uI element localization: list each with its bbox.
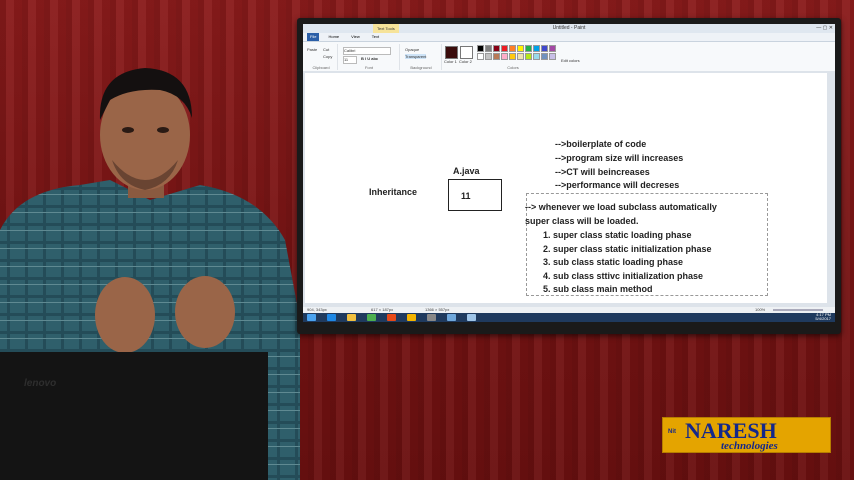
paint-window: Text Tools Untitled - Paint — ▢ ✕ File H… (303, 24, 835, 322)
app-icon[interactable] (467, 314, 476, 321)
windows-taskbar: 4:17 PM 5/4/2017 (303, 313, 835, 322)
paint-taskbar-icon[interactable] (447, 314, 456, 321)
color-palette[interactable] (477, 45, 556, 60)
logo-name: NARESH (685, 418, 777, 443)
clipboard-label: Clipboard (312, 65, 330, 70)
color1-label: Color 1 (444, 59, 457, 64)
title-bar: Text Tools Untitled - Paint — ▢ ✕ (303, 24, 835, 33)
firefox-icon[interactable] (387, 314, 396, 321)
value-box: 11 (448, 179, 502, 211)
box-value: 11 (461, 191, 471, 201)
logo-subtitle: technologies (721, 440, 778, 452)
clipboard-group: Paste Cut Copy Clipboard (305, 44, 338, 70)
phase-item: 2. super class static initialization pha… (543, 244, 712, 254)
clock-date: 5/4/2017 (815, 316, 831, 321)
note-line: -->performance will decreses (555, 180, 680, 190)
window-title: Untitled - Paint (552, 25, 586, 31)
color2-swatch[interactable] (460, 46, 473, 59)
tab-file[interactable]: File (307, 33, 320, 41)
start-icon[interactable] (307, 314, 316, 321)
subclass-line: super class will be loaded. (525, 216, 639, 226)
zoom-slider[interactable] (773, 309, 823, 311)
background-group: Opaque Transparent Background (401, 44, 442, 70)
note-line: -->boilerplate of code (555, 139, 647, 149)
paste-button[interactable]: Paste (307, 47, 317, 52)
opaque-button[interactable]: Opaque (405, 47, 419, 52)
copy-button[interactable]: Copy (323, 54, 332, 59)
file-label: A.java (453, 166, 480, 176)
color2-label: Color 2 (459, 59, 472, 64)
cut-button[interactable]: Cut (323, 47, 329, 52)
logo-tag: Nit (668, 429, 676, 435)
naresh-technologies-logo: Nit NARESH technologies (662, 417, 831, 453)
cursor-position: 904, 343px (307, 307, 327, 312)
chrome-icon[interactable] (407, 314, 416, 321)
phase-item: 5. sub class main method (543, 284, 653, 294)
taskbar-clock[interactable]: 4:17 PM 5/4/2017 (815, 313, 831, 321)
colors-label: Colors (507, 65, 519, 70)
app-icon[interactable] (427, 314, 436, 321)
ribbon-tabs: File Home View Text (303, 33, 835, 42)
phase-item: 1. super class static loading phase (543, 230, 692, 240)
window-controls[interactable]: — ▢ ✕ (816, 25, 833, 31)
selection-size: 617 × 187px (371, 307, 394, 312)
canvas-size: 1366 × 557px (425, 307, 450, 312)
ie-icon[interactable] (327, 314, 336, 321)
tab-home[interactable]: Home (325, 33, 342, 41)
font-size-select[interactable]: 11 (343, 56, 357, 64)
inheritance-label: Inheritance (369, 187, 418, 197)
font-label: Font (364, 65, 373, 70)
tv-monitor: Text Tools Untitled - Paint — ▢ ✕ File H… (297, 18, 841, 334)
edit-colors-button[interactable]: Edit colors (561, 58, 580, 63)
note-line: -->CT will beincreases (555, 167, 650, 177)
phase-item: 3. sub class static loading phase (543, 257, 684, 267)
tab-text[interactable]: Text (369, 33, 382, 41)
phase-item: 4. sub class sttivc initialization phase (543, 271, 704, 281)
tab-view[interactable]: View (348, 33, 363, 41)
canvas-area: A.java Inheritance 11 -->boilerplate of … (303, 71, 835, 307)
drawing-canvas[interactable]: A.java Inheritance 11 -->boilerplate of … (305, 73, 827, 303)
ribbon: Paste Cut Copy Clipboard Calibri 11 B I … (303, 42, 835, 73)
font-group: Calibri 11 B I U abc Font (339, 44, 400, 70)
background-label: Background (410, 65, 432, 70)
laptop-brand: lenovo (24, 378, 57, 389)
zoom-level: 100% (755, 307, 766, 312)
transparent-button[interactable]: Transparent (405, 54, 427, 59)
subclass-line: --> whenever we load subclass automatica… (525, 202, 717, 212)
bold-button[interactable]: B I U abc (361, 56, 378, 61)
color1-swatch[interactable] (445, 46, 458, 59)
note-line: -->program size will increases (555, 153, 684, 163)
laptop: lenovo (0, 352, 268, 480)
store-icon[interactable] (367, 314, 376, 321)
font-name-select[interactable]: Calibri (343, 47, 391, 55)
folder-icon[interactable] (347, 314, 356, 321)
